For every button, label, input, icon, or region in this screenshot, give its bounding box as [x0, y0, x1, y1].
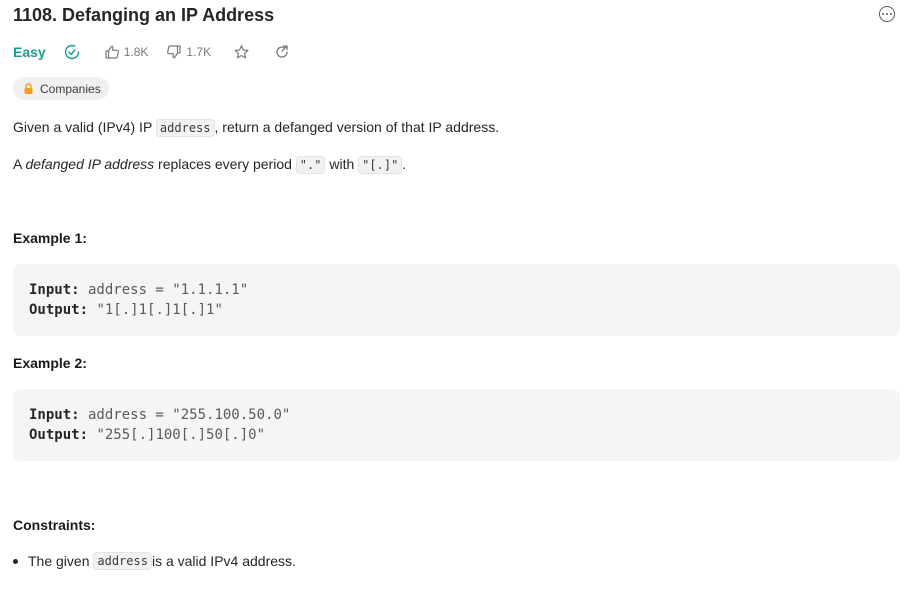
example-output: Output: "1[.]1[.]1[.]1"	[29, 302, 223, 318]
example-input: Input: address = "255.100.50.0"	[29, 407, 291, 423]
thumbs-down-icon	[167, 45, 181, 59]
description-paragraph: A defanged IP address replaces every per…	[13, 156, 407, 174]
like-button[interactable]: 1.8K	[104, 44, 149, 60]
dislike-count: 1.7K	[186, 45, 212, 59]
inline-code: "."	[295, 156, 326, 174]
difficulty-badge: Easy	[13, 44, 46, 60]
description-paragraph: Given a valid (IPv4) IP address, return …	[13, 119, 500, 137]
constraint-item: The given address is a valid IPv4 addres…	[13, 552, 296, 570]
lock-icon	[24, 82, 33, 94]
thumbs-up-icon	[105, 45, 119, 59]
example-box: Input: address = "255.100.50.0" Output: …	[13, 389, 900, 461]
inline-code: "[.]"	[358, 156, 403, 174]
companies-label: Companies	[40, 81, 101, 96]
check-circle-icon	[64, 44, 80, 60]
example-box: Input: address = "1.1.1.1" Output: "1[.]…	[13, 264, 900, 336]
more-icon[interactable]	[879, 6, 895, 22]
example-heading: Example 2:	[13, 355, 87, 371]
example-output: Output: "255[.]100[.]50[.]0"	[29, 427, 266, 443]
problem-description-panel: 1108. Defanging an IP Address Easy 1.8K …	[0, 0, 920, 601]
constraints-heading: Constraints:	[13, 517, 96, 533]
dislike-button[interactable]: 1.7K	[166, 44, 211, 60]
inline-code: address	[155, 119, 215, 137]
share-icon[interactable]	[274, 44, 290, 60]
inline-code: address	[93, 552, 152, 570]
problem-title[interactable]: 1108. Defanging an IP Address	[13, 4, 274, 26]
example-input: Input: address = "1.1.1.1"	[29, 282, 249, 298]
bullet	[13, 558, 18, 564]
star-icon[interactable]	[233, 44, 250, 61]
problem-meta-row: Easy 1.8K 1.7K	[13, 42, 290, 62]
companies-tag[interactable]: Companies	[13, 77, 109, 100]
example-heading: Example 1:	[13, 230, 87, 246]
like-count: 1.8K	[123, 45, 149, 59]
